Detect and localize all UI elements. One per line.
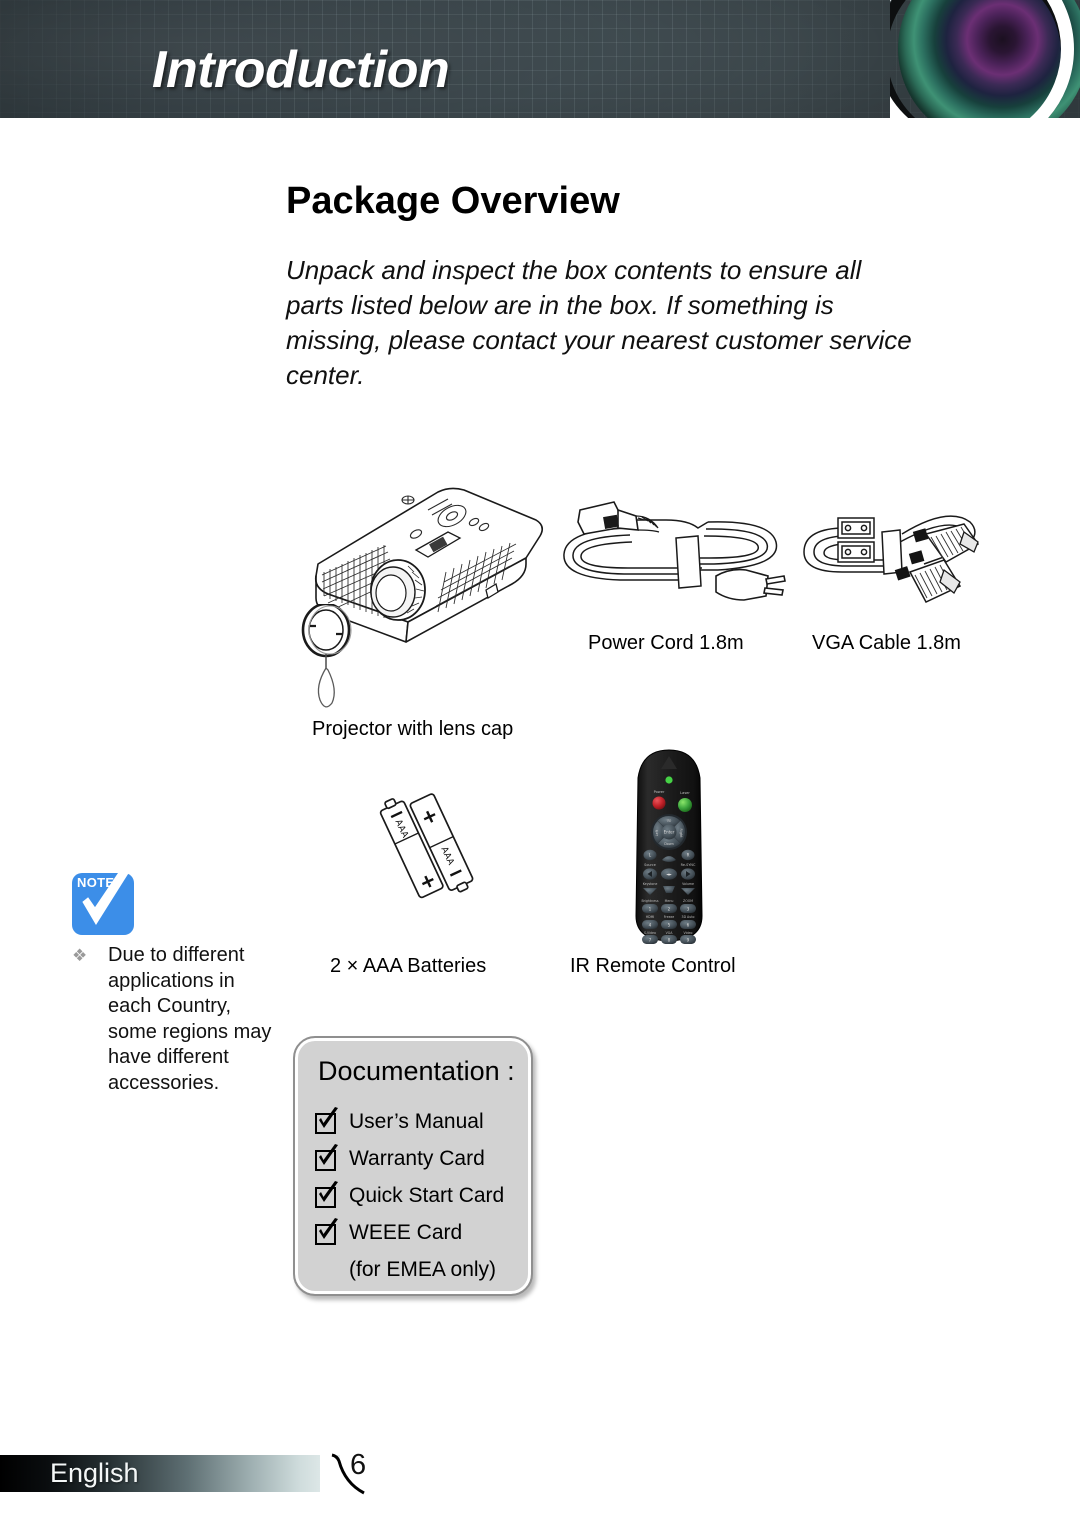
documentation-subnote: (for EMEA only) bbox=[349, 1258, 497, 1281]
svg-text:Brightness: Brightness bbox=[642, 899, 659, 903]
svg-text:Re-SYNC: Re-SYNC bbox=[681, 863, 696, 867]
svg-text:Keystone: Keystone bbox=[643, 882, 658, 886]
page-title: Package Overview bbox=[286, 180, 620, 222]
note-icon-label: NOTE bbox=[77, 875, 115, 890]
note-bullet-icon: ❖ bbox=[72, 946, 88, 965]
checkbox-checked-icon bbox=[315, 1107, 338, 1134]
documentation-item: Warranty Card bbox=[315, 1144, 525, 1184]
svg-text:3D Auto: 3D Auto bbox=[682, 915, 695, 919]
svg-text:ZOOM: ZOOM bbox=[683, 899, 693, 903]
note-icon: NOTE bbox=[72, 873, 134, 935]
documentation-list: User’s Manual Warranty Card Quick Start … bbox=[315, 1107, 525, 1292]
svg-text:Video: Video bbox=[684, 931, 693, 935]
svg-text:HDMI: HDMI bbox=[646, 915, 655, 919]
checkbox-checked-icon bbox=[315, 1218, 338, 1245]
svg-text:Freeze: Freeze bbox=[664, 915, 674, 919]
svg-text:6: 6 bbox=[687, 923, 690, 928]
documentation-item-label: WEEE Card bbox=[349, 1221, 463, 1244]
svg-text:3: 3 bbox=[687, 907, 690, 912]
footer-language: English bbox=[50, 1458, 139, 1488]
header-title: Introduction bbox=[152, 41, 450, 99]
svg-text:9: 9 bbox=[687, 938, 690, 943]
svg-text:◄►: ◄► bbox=[666, 872, 672, 876]
lens-cap-illustration bbox=[296, 602, 376, 714]
footer-page-number: 6 bbox=[350, 1449, 367, 1481]
svg-text:1: 1 bbox=[649, 907, 652, 912]
svg-text:S-Video: S-Video bbox=[644, 931, 656, 935]
note-text: Due to different applications in each Co… bbox=[108, 944, 272, 1094]
page-header: Introduction bbox=[0, 0, 1080, 118]
svg-text:Menu: Menu bbox=[665, 899, 674, 903]
svg-text:5: 5 bbox=[668, 923, 671, 928]
svg-text:VGA: VGA bbox=[666, 931, 674, 935]
intro-paragraph: Unpack and inspect the box contents to e… bbox=[286, 255, 912, 390]
power-cord-illustration bbox=[558, 480, 788, 620]
svg-text:7: 7 bbox=[649, 938, 652, 943]
label-vga-cable: VGA Cable 1.8m bbox=[812, 632, 961, 654]
label-remote: IR Remote Control bbox=[570, 955, 736, 977]
svg-text:Power: Power bbox=[654, 790, 665, 794]
svg-text:Down: Down bbox=[664, 842, 674, 846]
svg-text:Right: Right bbox=[679, 829, 683, 839]
label-projector: Projector with lens cap bbox=[312, 718, 514, 740]
batteries-illustration: AAA AAA bbox=[368, 786, 488, 906]
documentation-item-label: User’s Manual bbox=[349, 1110, 484, 1133]
svg-text:2: 2 bbox=[668, 907, 671, 912]
svg-text:4: 4 bbox=[649, 923, 652, 928]
ir-remote-illustration: Power Laser Enter Up Down Left Right L R… bbox=[630, 748, 708, 944]
documentation-item: User’s Manual bbox=[315, 1107, 525, 1147]
svg-text:Enter: Enter bbox=[664, 829, 675, 834]
documentation-box: Documentation : User’s Manual Warranty C… bbox=[293, 1036, 533, 1296]
lens-white-ring bbox=[890, 0, 1074, 118]
vga-cable-illustration bbox=[798, 480, 993, 620]
svg-text:Up: Up bbox=[667, 819, 672, 823]
documentation-item-label: Warranty Card bbox=[349, 1147, 485, 1170]
label-batteries: 2 × AAA Batteries bbox=[330, 955, 487, 977]
label-power-cord: Power Cord 1.8m bbox=[588, 632, 744, 654]
svg-text:Laser: Laser bbox=[680, 791, 690, 795]
svg-text:Left: Left bbox=[655, 829, 659, 836]
documentation-item-label: Quick Start Card bbox=[349, 1184, 505, 1207]
documentation-item: WEEE Card bbox=[315, 1218, 525, 1258]
checkbox-checked-icon bbox=[315, 1181, 338, 1208]
checkbox-checked-icon bbox=[315, 1144, 338, 1171]
svg-text:Volume: Volume bbox=[682, 882, 694, 886]
documentation-title: Documentation : bbox=[318, 1056, 515, 1086]
svg-text:Source: Source bbox=[644, 863, 656, 867]
camera-lens-icon bbox=[890, 0, 1080, 118]
documentation-item: Quick Start Card bbox=[315, 1181, 525, 1221]
svg-text:R: R bbox=[687, 853, 690, 858]
svg-text:8: 8 bbox=[668, 938, 671, 943]
